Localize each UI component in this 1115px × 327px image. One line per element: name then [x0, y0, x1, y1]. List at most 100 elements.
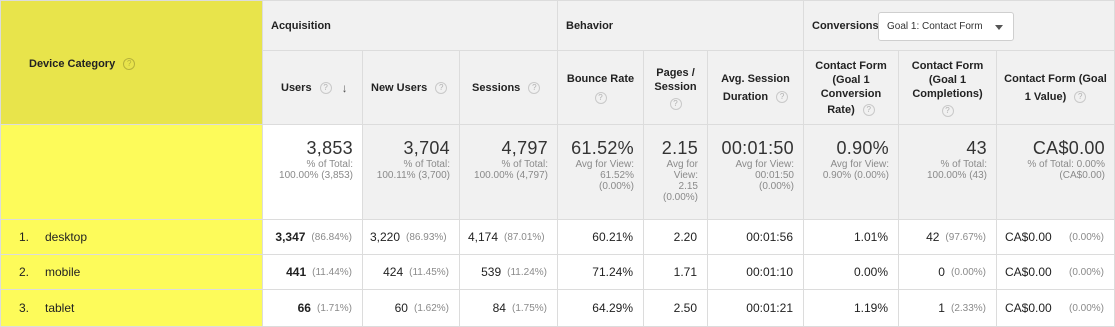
col-goal-value-label-2: 1 Value)	[1024, 90, 1067, 103]
cell-new-users-value: 3,220	[370, 230, 401, 244]
summary-completions-l1: % of Total:	[940, 159, 987, 170]
cell-bounce-rate: 71.24%	[558, 255, 644, 290]
cell-conv-rate-value: 1.19%	[853, 301, 888, 315]
help-icon[interactable]: ?	[123, 58, 136, 70]
help-icon[interactable]: ?	[528, 81, 541, 94]
cell-sessions: 539 (11.24%)	[460, 255, 558, 290]
cell-avg-duration-value: 00:01:10	[746, 265, 793, 279]
row-index: 3.	[19, 301, 30, 315]
cell-avg-duration: 00:01:21	[708, 290, 804, 327]
cell-bounce-rate-value: 64.29%	[592, 301, 633, 315]
col-conv-rate-line-4: Rate) ?	[827, 103, 875, 117]
table-row-dimension[interactable]: 3. tablet	[0, 290, 263, 327]
col-sessions[interactable]: Sessions ?	[460, 51, 558, 125]
cell-completions-value: 0	[938, 265, 945, 279]
help-icon[interactable]: ?	[862, 103, 875, 116]
summary-bounce-rate-l1: Avg for View:	[575, 159, 634, 170]
summary-goal-value-value: CA$0.00	[1032, 138, 1105, 158]
summary-users: 3,853 % of Total: 100.00% (3,853)	[263, 125, 363, 220]
col-avg-duration-line-2: Duration ?	[723, 90, 789, 104]
cell-goal-value-pct: (0.00%)	[1068, 266, 1104, 278]
cell-sessions-value: 539	[481, 265, 502, 279]
group-acquisition-label: Acquisition	[271, 19, 331, 32]
summary-completions: 43 % of Total: 100.00% (43)	[899, 125, 997, 220]
summary-avg-duration: 00:01:50 Avg for View: 00:01:50 (0.00%)	[708, 125, 804, 220]
goal-select-value: Goal 1: Contact Form	[887, 21, 983, 32]
col-completions-label-2: (Goal 1	[928, 73, 967, 86]
cell-new-users: 424 (11.45%)	[363, 255, 460, 290]
table-row-dimension[interactable]: 2. mobile	[0, 255, 263, 290]
col-pages-session-label-1: Pages /	[656, 66, 695, 79]
col-goal-value-label-1: Contact Form (Goal	[1004, 72, 1107, 85]
summary-pages-session-l3: 2.15	[678, 181, 698, 192]
cell-conv-rate: 1.19%	[804, 290, 899, 327]
col-goal-value[interactable]: Contact Form (Goal 1 Value) ?	[997, 51, 1115, 125]
cell-sessions-value: 4,174	[468, 230, 499, 244]
summary-pages-session-value: 2.15	[661, 138, 698, 158]
col-conv-rate-label-2: (Goal 1	[832, 73, 870, 86]
help-icon[interactable]: ?	[941, 104, 954, 117]
col-bounce-rate-label: Bounce Rate	[566, 72, 635, 85]
col-conv-rate-label-1: Contact Form	[815, 59, 887, 72]
cell-completions-pct: (97.67%)	[945, 231, 986, 243]
col-conv-rate-label-4: Rate)	[827, 103, 855, 116]
cell-sessions-value: 84	[492, 301, 506, 315]
col-avg-duration-label-1: Avg. Session	[721, 72, 790, 85]
cell-pages-session-value: 1.71	[673, 265, 697, 279]
summary-avg-duration-l3: (0.00%)	[758, 181, 794, 192]
device-link[interactable]: mobile	[45, 265, 80, 279]
group-conversions-label: Conversions	[812, 19, 879, 32]
device-link[interactable]: tablet	[45, 301, 74, 315]
cell-users-pct: (11.44%)	[312, 266, 352, 278]
cell-users-value: 66	[297, 301, 311, 315]
help-icon[interactable]: ?	[669, 97, 682, 110]
summary-bounce-rate: 61.52% Avg for View: 61.52% (0.00%)	[558, 125, 644, 220]
col-users[interactable]: Users ? ↓	[263, 51, 363, 125]
col-conv-rate[interactable]: Contact Form (Goal 1 Conversion Rate) ?	[804, 51, 899, 125]
cell-completions: 0 (0.00%)	[899, 255, 997, 290]
dimension-header-label: Device Category	[29, 58, 116, 70]
cell-goal-value-pct: (0.00%)	[1068, 302, 1104, 314]
cell-sessions: 84 (1.75%)	[460, 290, 558, 327]
help-icon[interactable]: ?	[594, 91, 607, 104]
cell-bounce-rate-value: 60.21%	[592, 230, 633, 244]
summary-users-value: 3,853	[306, 138, 353, 158]
help-icon[interactable]: ?	[776, 90, 789, 103]
cell-goal-value-value: CA$0.00	[1005, 301, 1052, 315]
cell-sessions-pct: (1.75%)	[511, 302, 547, 314]
sort-down-icon[interactable]: ↓	[342, 81, 348, 95]
cell-avg-duration: 00:01:10	[708, 255, 804, 290]
summary-bounce-rate-value: 61.52%	[571, 138, 634, 158]
cell-goal-value-value: CA$0.00	[1005, 265, 1052, 279]
summary-goal-value: CA$0.00 % of Total: 0.00% (CA$0.00)	[997, 125, 1115, 220]
summary-conv-rate: 0.90% Avg for View: 0.90% (0.00%)	[804, 125, 899, 220]
goal-select[interactable]: Goal 1: Contact Form	[878, 12, 1014, 41]
device-link[interactable]: desktop	[45, 230, 87, 244]
cell-new-users-pct: (1.62%)	[413, 302, 449, 314]
summary-pages-session: 2.15 Avg for View: 2.15 (0.00%)	[644, 125, 708, 220]
cell-new-users-value: 424	[383, 265, 404, 279]
chevron-down-icon	[995, 25, 1003, 30]
help-icon[interactable]: ?	[435, 81, 448, 94]
col-avg-duration[interactable]: Avg. Session Duration ?	[708, 51, 804, 125]
col-pages-session[interactable]: Pages / Session ?	[644, 51, 708, 125]
summary-completions-value: 43	[966, 138, 987, 158]
summary-dimension-cell	[0, 125, 263, 220]
help-icon[interactable]: ?	[1074, 90, 1087, 103]
row-index: 1.	[19, 230, 30, 244]
col-bounce-rate[interactable]: Bounce Rate ?	[558, 51, 644, 125]
cell-conv-rate-value: 1.01%	[853, 230, 888, 244]
help-icon[interactable]: ?	[319, 81, 332, 94]
cell-goal-value: CA$0.00 (0.00%)	[997, 255, 1115, 290]
dimension-header[interactable]: Device Category ?	[29, 57, 136, 71]
cell-users-value: 441	[286, 265, 307, 279]
cell-new-users-value: 60	[394, 301, 408, 315]
cell-goal-value: CA$0.00 (0.00%)	[997, 290, 1115, 327]
group-acquisition: Acquisition	[263, 0, 558, 51]
cell-pages-session-value: 2.20	[673, 230, 697, 244]
summary-goal-value-l1: % of Total: 0.00%	[1027, 159, 1105, 170]
table-row-dimension[interactable]: 1. desktop	[0, 220, 263, 255]
col-new-users[interactable]: New Users ?	[363, 51, 460, 125]
col-completions[interactable]: Contact Form (Goal 1 Completions) ?	[899, 51, 997, 125]
col-sessions-label: Sessions	[472, 81, 521, 94]
